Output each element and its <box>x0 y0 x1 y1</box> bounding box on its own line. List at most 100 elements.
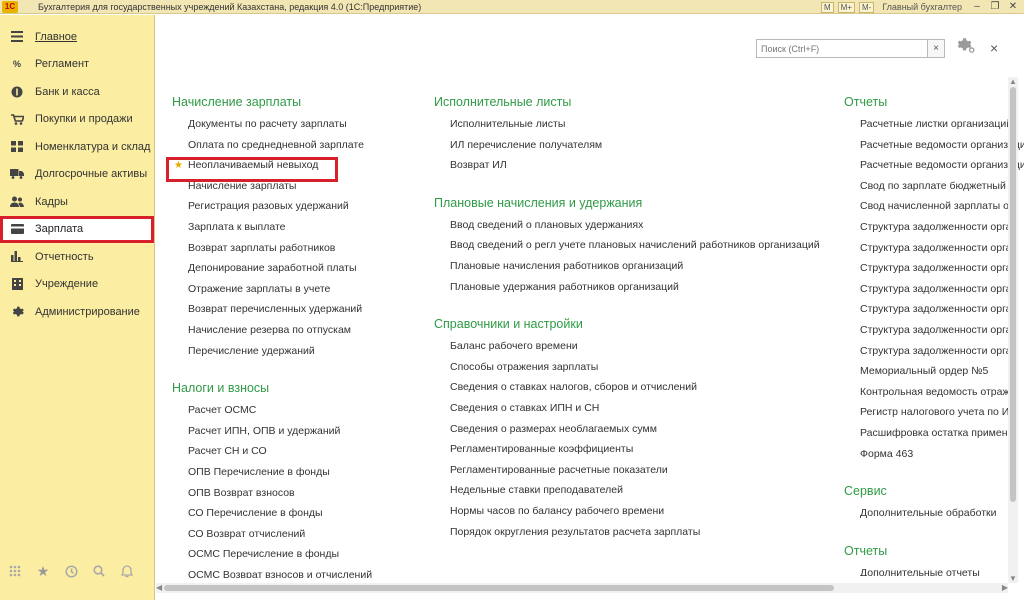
link-item[interactable]: Возврат перечисленных удержаний <box>172 303 412 324</box>
link-item[interactable]: Регламентированные коэффициенты <box>434 443 814 464</box>
sidebar-item-purchases[interactable]: Покупки и продажи <box>0 106 154 134</box>
link-item[interactable]: Расшифровка остатка примене <box>844 427 1024 448</box>
link-item[interactable]: ОПВ Возврат взносов <box>172 487 412 508</box>
search-icon[interactable] <box>92 564 106 578</box>
link-item[interactable]: Оплата по среднедневной зарплате <box>172 139 412 160</box>
vertical-scrollbar[interactable]: ▲ ▼ <box>1008 77 1018 583</box>
link-item-unpaid-absence[interactable]: ★ Неоплачиваемый невыход <box>172 159 412 180</box>
star-icon[interactable]: ★ <box>36 563 50 579</box>
sidebar-item-institution[interactable]: Учреждение <box>0 271 154 299</box>
link-item[interactable]: Структура задолженности орга <box>844 242 1024 263</box>
sidebar-item-regulation[interactable]: % Регламент <box>0 51 154 79</box>
link-item[interactable]: Начисление резерва по отпускам <box>172 324 412 345</box>
link-item[interactable]: Плановые начисления работников организац… <box>434 260 814 281</box>
link-item[interactable]: Сведения о размерах необлагаемых сумм <box>434 423 814 444</box>
horizontal-scrollbar[interactable]: ◀ ▶ <box>156 583 1008 593</box>
link-item[interactable]: Ввод сведений о плановых удержаниях <box>434 219 814 240</box>
scroll-up-icon[interactable]: ▲ <box>1009 77 1017 86</box>
close-window-icon[interactable]: ✕ <box>1006 1 1020 13</box>
link-item[interactable]: Сведения о ставках ИПН и СН <box>434 402 814 423</box>
link-item[interactable]: ОСМС Возврат взносов и отчислений <box>172 569 412 578</box>
sidebar-item-reporting[interactable]: Отчетность <box>0 243 154 271</box>
link-item[interactable]: Порядок округления результатов расчета з… <box>434 526 814 547</box>
current-user[interactable]: Главный бухгалтер <box>878 2 966 12</box>
scroll-down-icon[interactable]: ▼ <box>1009 574 1017 583</box>
link-item[interactable]: ОСМС Перечисление в фонды <box>172 548 412 569</box>
section-title: Начисление зарплаты <box>172 95 302 109</box>
link-item[interactable]: Расчетные листки организаций <box>844 118 1024 139</box>
link-item[interactable]: Форма 463 <box>844 448 1024 469</box>
link-item[interactable]: Недельные ставки преподавателей <box>434 484 814 505</box>
memory-minus-button[interactable]: M- <box>858 1 875 13</box>
link-item[interactable]: ОПВ Перечисление в фонды <box>172 466 412 487</box>
memory-button[interactable]: M <box>820 1 834 13</box>
link-item[interactable]: Структура задолженности орга <box>844 262 1024 283</box>
sections-sidebar: Главное % Регламент Банк и касса Покупки… <box>0 15 155 600</box>
minimize-icon[interactable]: – <box>970 1 984 13</box>
link-item[interactable]: Зарплата к выплате <box>172 221 412 242</box>
favorite-star-icon[interactable]: ★ <box>174 159 183 172</box>
scroll-right-icon[interactable]: ▶ <box>1002 583 1008 592</box>
link-item[interactable]: Регистрация разовых удержаний <box>172 200 412 221</box>
search-input[interactable] <box>756 39 928 58</box>
link-item[interactable]: Начисление зарплаты <box>172 180 412 201</box>
link-item[interactable]: Нормы часов по балансу рабочего времени <box>434 505 814 526</box>
link-item[interactable]: Способы отражения зарплаты <box>434 361 814 382</box>
link-item[interactable]: Свод по зарплате бюджетный <box>844 180 1024 201</box>
link-item[interactable]: Отражение зарплаты в учете <box>172 283 412 304</box>
memory-plus-button[interactable]: M+ <box>837 1 855 13</box>
link-item[interactable]: Дополнительные обработки <box>844 507 1024 528</box>
link-item[interactable]: Возврат зарплаты работников <box>172 242 412 263</box>
link-item[interactable]: Расчетные ведомости организаций <box>844 159 1024 180</box>
link-item[interactable]: Баланс рабочего времени <box>434 340 814 361</box>
vertical-scroll-thumb[interactable] <box>1010 87 1016 502</box>
clear-search-button[interactable]: × <box>928 39 945 58</box>
link-item[interactable]: Расчет СН и СО <box>172 445 412 466</box>
sidebar-item-salary[interactable]: Зарплата <box>0 215 154 243</box>
link-item[interactable]: Структура задолженности орга <box>844 283 1024 304</box>
link-item[interactable]: СО Возврат отчислений <box>172 528 412 549</box>
sidebar-item-personnel[interactable]: Кадры <box>0 188 154 216</box>
link-item[interactable]: Возврат ИЛ <box>434 159 814 180</box>
sidebar-item-bank[interactable]: Банк и касса <box>0 78 154 106</box>
link-item[interactable]: Исполнительные листы <box>434 118 814 139</box>
link-item[interactable]: Расчетные ведомости организаций <box>844 139 1024 160</box>
link-item[interactable]: Дополнительные отчеты <box>844 567 1024 576</box>
scroll-left-icon[interactable]: ◀ <box>156 583 162 592</box>
link-item[interactable]: ИЛ перечисление получателям <box>434 139 814 160</box>
link-item[interactable]: Документы по расчету зарплаты <box>172 118 412 139</box>
sidebar-item-admin[interactable]: Администрирование <box>0 298 154 326</box>
settings-gear-icon[interactable] <box>956 37 976 57</box>
link-item[interactable]: Сведения о ставках налогов, сборов и отч… <box>434 381 814 402</box>
horizontal-scroll-thumb[interactable] <box>164 585 834 591</box>
column-writs-plans-settings: Исполнительные листы Исполнительные лист… <box>434 95 820 547</box>
link-item[interactable]: Плановые удержания работников организаци… <box>434 281 814 302</box>
sidebar-item-label: Банк и касса <box>35 85 100 98</box>
close-panel-button[interactable]: × <box>990 40 998 56</box>
link-item[interactable]: Контрольная ведомость отраж <box>844 386 1024 407</box>
sidebar-item-main[interactable]: Главное <box>0 23 154 51</box>
link-item[interactable]: Ввод сведений о регл учете плановых начи… <box>434 239 820 260</box>
link-item[interactable]: Свод начисленной зарплаты о <box>844 200 1024 221</box>
link-item[interactable]: Расчет ИПН, ОПВ и удержаний <box>172 425 412 446</box>
link-item[interactable]: Структура задолженности орга <box>844 345 1024 366</box>
link-item[interactable]: Структура задолженности орга <box>844 221 1024 242</box>
link-item[interactable]: Мемориальный ордер №5 <box>844 365 1024 386</box>
link-item[interactable]: Регламентированные расчетные показатели <box>434 464 814 485</box>
sidebar-item-label: Зарплата <box>35 223 84 236</box>
card-icon <box>10 222 24 236</box>
app-logo[interactable]: 1С <box>2 0 18 13</box>
maximize-icon[interactable]: ❐ <box>988 1 1002 13</box>
link-item[interactable]: СО Перечисление в фонды <box>172 507 412 528</box>
history-icon[interactable] <box>64 564 78 578</box>
sidebar-item-assets[interactable]: Долгосрочные активы <box>0 161 154 189</box>
link-item[interactable]: Структура задолженности орга <box>844 303 1024 324</box>
link-item[interactable]: Расчет ОСМС <box>172 404 412 425</box>
sidebar-item-nomenclature[interactable]: Номенклатура и склад <box>0 133 154 161</box>
link-item[interactable]: Регистр налогового учета по И <box>844 406 1024 427</box>
link-item[interactable]: Перечисление удержаний <box>172 345 412 366</box>
bell-icon[interactable] <box>120 564 134 578</box>
link-item[interactable]: Структура задолженности орга <box>844 324 1024 345</box>
grid-icon[interactable] <box>8 564 22 578</box>
link-item[interactable]: Депонирование заработной платы <box>172 262 412 283</box>
